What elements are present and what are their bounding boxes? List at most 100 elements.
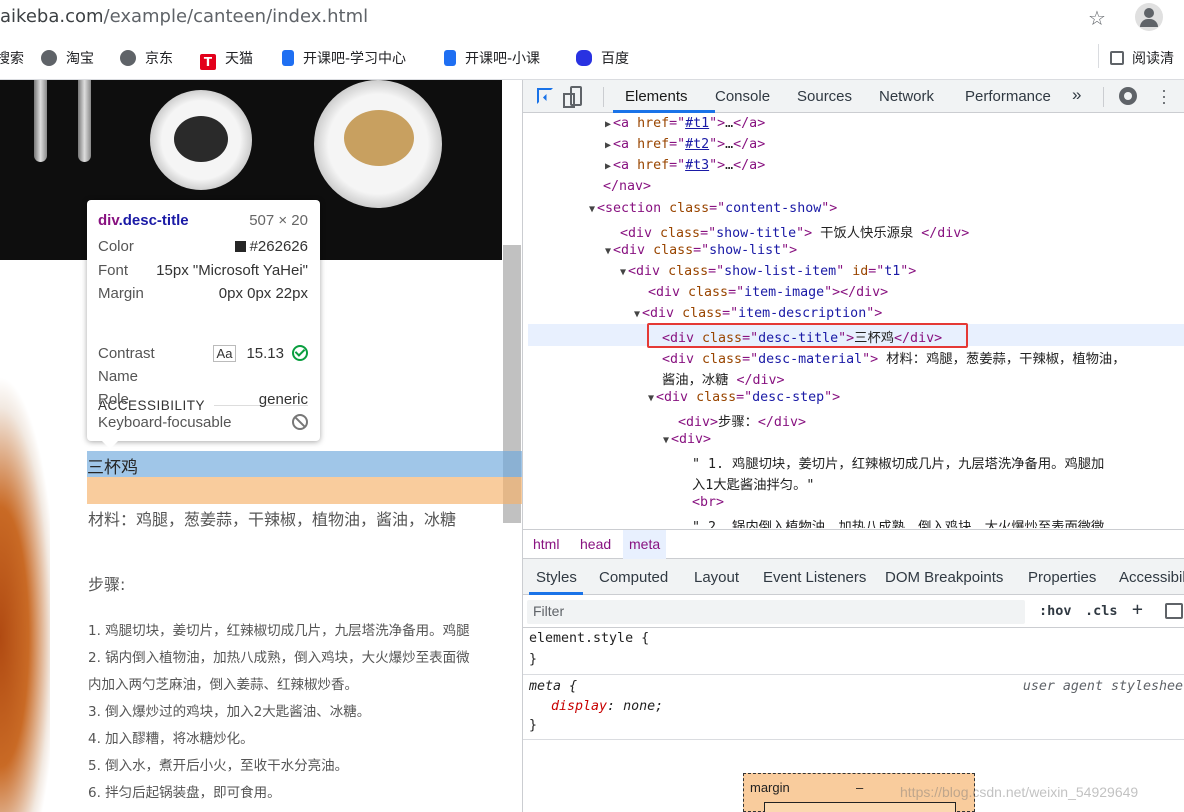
href-link[interactable]: #t1 (685, 116, 709, 131)
settings-gear-icon[interactable] (1119, 87, 1137, 105)
globe-icon (41, 50, 57, 66)
node-text: 酱油，冰糖 (662, 373, 737, 388)
toolbar-divider (603, 87, 604, 107)
href-link[interactable]: #t2 (685, 137, 709, 152)
bookmark-kaikeba-course[interactable]: 开课吧-小课 (444, 48, 540, 68)
recipe-material: 材料：鸡腿，葱姜蒜，干辣椒，植物油，酱油，冰糖 (88, 510, 457, 529)
dom-tree[interactable]: ▶ <a href="#t1">…</a> ▶ <a href="#t2">…</a… (523, 113, 1184, 528)
breadcrumb-html[interactable]: html (533, 536, 559, 552)
tooltip-color-value: #262626 (234, 238, 308, 255)
tooltip-class: .desc-title (118, 212, 189, 229)
toggle-sidebar-icon[interactable] (1165, 603, 1183, 619)
bookmark-star-icon[interactable]: ☆ (1088, 6, 1106, 30)
filter-placeholder: Filter (533, 603, 565, 619)
dom-node-section[interactable]: ▼ <section class="content-show"> (589, 201, 837, 216)
dom-node-br[interactable]: <br> (692, 495, 724, 510)
bookmark-baidu[interactable]: 百度 (576, 48, 629, 68)
account-avatar-icon[interactable] (1135, 3, 1163, 31)
box-model-margin-label: margin (750, 780, 790, 795)
dom-node-desc-step[interactable]: ▼ <div class="desc-step"> (648, 390, 840, 405)
tab-network[interactable]: Network (879, 88, 934, 105)
hov-button[interactable]: :hov (1039, 603, 1072, 619)
devtools-tabbar: Elements Console Sources Network Perform… (523, 80, 1184, 113)
bookmark-taobao[interactable]: 淘宝 (41, 48, 94, 68)
tab-computed[interactable]: Computed (599, 569, 668, 586)
tab-layout[interactable]: Layout (694, 569, 739, 586)
dom-text-node[interactable]: " 2. 锅内倒入植物油，加热八成熟，倒入鸡块，大火爆炒至表面微微 (692, 516, 1104, 528)
tooltip-color-label: Color (98, 238, 134, 255)
browser-window: { "address_bar": {"url_domain": "aikeba.… (0, 0, 1184, 812)
tab-accessibility[interactable]: Accessibili (1119, 569, 1184, 586)
dom-node-item-image[interactable]: <div class="item-image"></div> (648, 285, 888, 300)
tooltip-role-label: Role (98, 391, 129, 408)
bookmark-search[interactable]: 搜索 (0, 48, 24, 68)
filter-input[interactable]: Filter (527, 600, 1025, 624)
dom-node-nav-close[interactable]: </nav> (603, 179, 651, 194)
href-link[interactable]: #t3 (685, 158, 709, 173)
tooltip-color-hex: #262626 (249, 238, 308, 255)
rule-divider (523, 739, 1184, 740)
dom-node-show-title[interactable]: <div class="show-title"> 干饭人快乐源泉 </div> (620, 222, 969, 241)
breadcrumb-head[interactable]: head (580, 536, 611, 552)
url-text[interactable]: aikeba.com/example/canteen/index.html (0, 6, 368, 27)
attr-value: content-show (725, 201, 822, 216)
tooltip-contrast-value: Aa 15.13 (212, 345, 308, 362)
dom-text-node[interactable]: 入1大匙酱油拌匀。" (692, 474, 814, 493)
tab-console[interactable]: Console (715, 88, 770, 105)
tmall-icon: T (200, 54, 216, 70)
device-toolbar-icon[interactable] (563, 86, 582, 108)
dom-node-a[interactable]: ▶ <a href="#t1">…</a> (605, 116, 765, 131)
cls-button[interactable]: .cls (1085, 603, 1118, 619)
rule-element-style[interactable]: element.style { (529, 631, 649, 646)
reading-list-button[interactable]: 阅读清 (1110, 48, 1174, 68)
attr-value: t1 (884, 264, 901, 279)
tab-sources[interactable]: Sources (797, 88, 852, 105)
dom-node-desc-material[interactable]: <div class="desc-material"> 材料：鸡腿，葱姜蒜，干辣… (662, 348, 1126, 367)
tooltip-keyboard-value (292, 414, 308, 431)
attr-value: show-title (716, 226, 797, 241)
bookmark-label: 搜索 (0, 51, 24, 67)
node-text: 入1大匙酱油拌匀。" (692, 478, 815, 493)
new-rule-button[interactable]: + (1132, 599, 1143, 620)
dom-node-desc-material-cont[interactable]: 酱油，冰糖 </div> (662, 369, 785, 388)
dom-node-step-div[interactable]: ▼ <div> (663, 432, 711, 447)
address-bar[interactable]: aikeba.com/example/canteen/index.html ☆ (0, 0, 1184, 36)
tooltip-name-label: Name (98, 368, 139, 385)
recipe-title: 三杯鸡 (87, 458, 138, 478)
bookmark-kaikeba-learning[interactable]: 开课吧-学习中心 (282, 48, 406, 68)
rule-close: } (529, 652, 538, 667)
tab-performance[interactable]: Performance (965, 88, 1051, 105)
attr-value: desc-material (758, 352, 863, 367)
more-options-icon[interactable]: · · · (1161, 81, 1167, 111)
highlight-margin-overlay (87, 477, 522, 504)
tab-elements[interactable]: Elements (625, 88, 688, 105)
dom-text-node[interactable]: " 1. 鸡腿切块，姜切片，红辣椒切成几片，九层塔洗净备用。鸡腿加 (692, 453, 1104, 472)
tab-event-listeners[interactable]: Event Listeners (763, 569, 866, 586)
tab-dom-breakpoints[interactable]: DOM Breakpoints (885, 569, 1003, 586)
dom-node-show-list-item[interactable]: ▼ <div class="show-list-item" id="t1"> (620, 264, 916, 279)
bookmark-jd[interactable]: 京东 (120, 48, 173, 68)
bookmark-label: 开课吧-小课 (465, 51, 541, 67)
tab-styles[interactable]: Styles (536, 569, 577, 586)
dom-node-item-description[interactable]: ▼ <div class="item-description"> (634, 306, 882, 321)
dom-node-a[interactable]: ▶ <a href="#t3">…</a> (605, 158, 765, 173)
more-tabs-button[interactable]: » (1072, 85, 1081, 105)
breadcrumb-meta[interactable]: meta (623, 530, 667, 559)
tab-properties[interactable]: Properties (1028, 569, 1096, 586)
dom-node-step-heading[interactable]: <div>步骤：</div> (678, 411, 806, 430)
rule-declaration[interactable]: display: none; (551, 699, 663, 714)
tooltip-keyboard-label: Keyboard-focusable (98, 414, 232, 431)
recipe-step: 6. 拌匀后起锅装盘，即可食用。 (88, 785, 281, 801)
breadcrumb: html head meta (523, 529, 1184, 559)
tooltip-contrast-label: Contrast (98, 345, 155, 362)
tooltip-tag: div (98, 212, 119, 229)
tooltip-font-label: Font (98, 262, 129, 279)
styles-filter-bar: Filter :hov .cls + (523, 595, 1184, 628)
dom-node-a[interactable]: ▶ <a href="#t2">…</a> (605, 137, 765, 152)
recipe-steps-heading: 步骤: (88, 575, 126, 594)
inspect-element-icon[interactable] (537, 88, 553, 104)
box-model-margin-value: – (856, 780, 864, 795)
dom-node-show-list[interactable]: ▼ <div class="show-list"> (605, 243, 797, 258)
bookmark-tmall[interactable]: T 天猫 (200, 48, 253, 70)
rule-meta-selector[interactable]: meta { (529, 679, 577, 694)
